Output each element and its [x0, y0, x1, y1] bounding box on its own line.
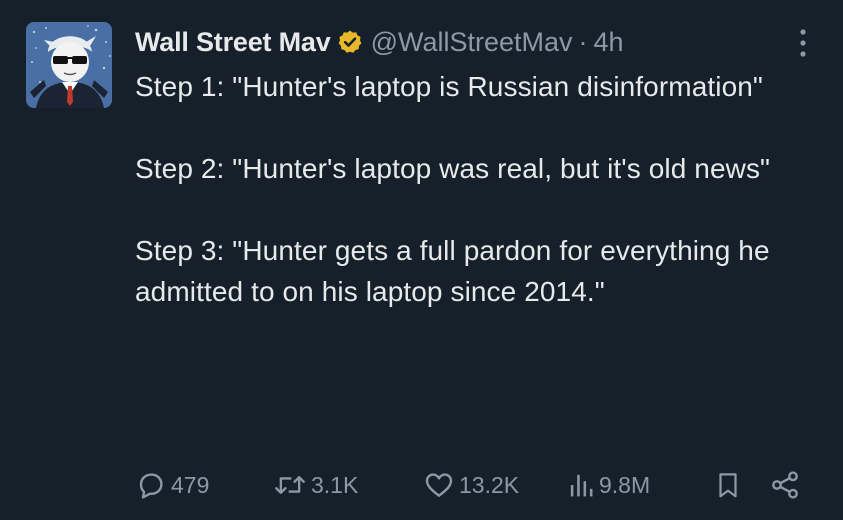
share-icon [772, 471, 798, 499]
display-name[interactable]: Wall Street Mav [135, 27, 331, 58]
more-vertical-icon [800, 29, 806, 57]
user-handle[interactable]: @WallStreetMav [371, 27, 573, 58]
tweet-header: Wall Street Mav @WallStreetMav · 4h [135, 24, 783, 60]
tweet: Wall Street Mav @WallStreetMav · 4h Step… [0, 0, 843, 520]
repost-icon [275, 475, 305, 495]
tweet-text: Step 1: "Hunter's laptop is Russian disi… [135, 66, 815, 312]
repost-count: 3.1K [311, 471, 359, 498]
verified-badge-icon[interactable] [337, 29, 363, 55]
tweet-paragraph-step-1: Step 1: "Hunter's laptop is Russian disi… [135, 71, 763, 102]
avatar[interactable] [26, 22, 112, 108]
views-chart-icon [570, 474, 593, 497]
reply-count: 479 [171, 471, 210, 498]
heart-icon [425, 473, 453, 497]
tweet-paragraph-step-3: Step 3: "Hunter gets a full pardon for e… [135, 235, 770, 307]
reply-icon [139, 473, 163, 499]
action-bar: 479 3.1K 13.2K 9.8M [135, 468, 815, 502]
views-count: 9.8M [599, 471, 651, 498]
bookmark-button[interactable] [713, 468, 743, 502]
reply-button[interactable]: 479 [135, 468, 209, 502]
tweet-paragraph-step-2: Step 2: "Hunter's laptop was real, but i… [135, 153, 771, 184]
like-count: 13.2K [459, 471, 520, 498]
more-options-button[interactable] [793, 26, 813, 60]
separator-dot: · [578, 26, 588, 57]
avatar-image [26, 22, 112, 108]
share-button[interactable] [769, 468, 801, 502]
views-button[interactable]: 9.8M [567, 468, 650, 502]
repost-button[interactable]: 3.1K [273, 468, 358, 502]
bookmark-icon [719, 473, 737, 498]
tweet-timestamp[interactable]: 4h [594, 27, 624, 58]
like-button[interactable]: 13.2K [423, 468, 519, 502]
